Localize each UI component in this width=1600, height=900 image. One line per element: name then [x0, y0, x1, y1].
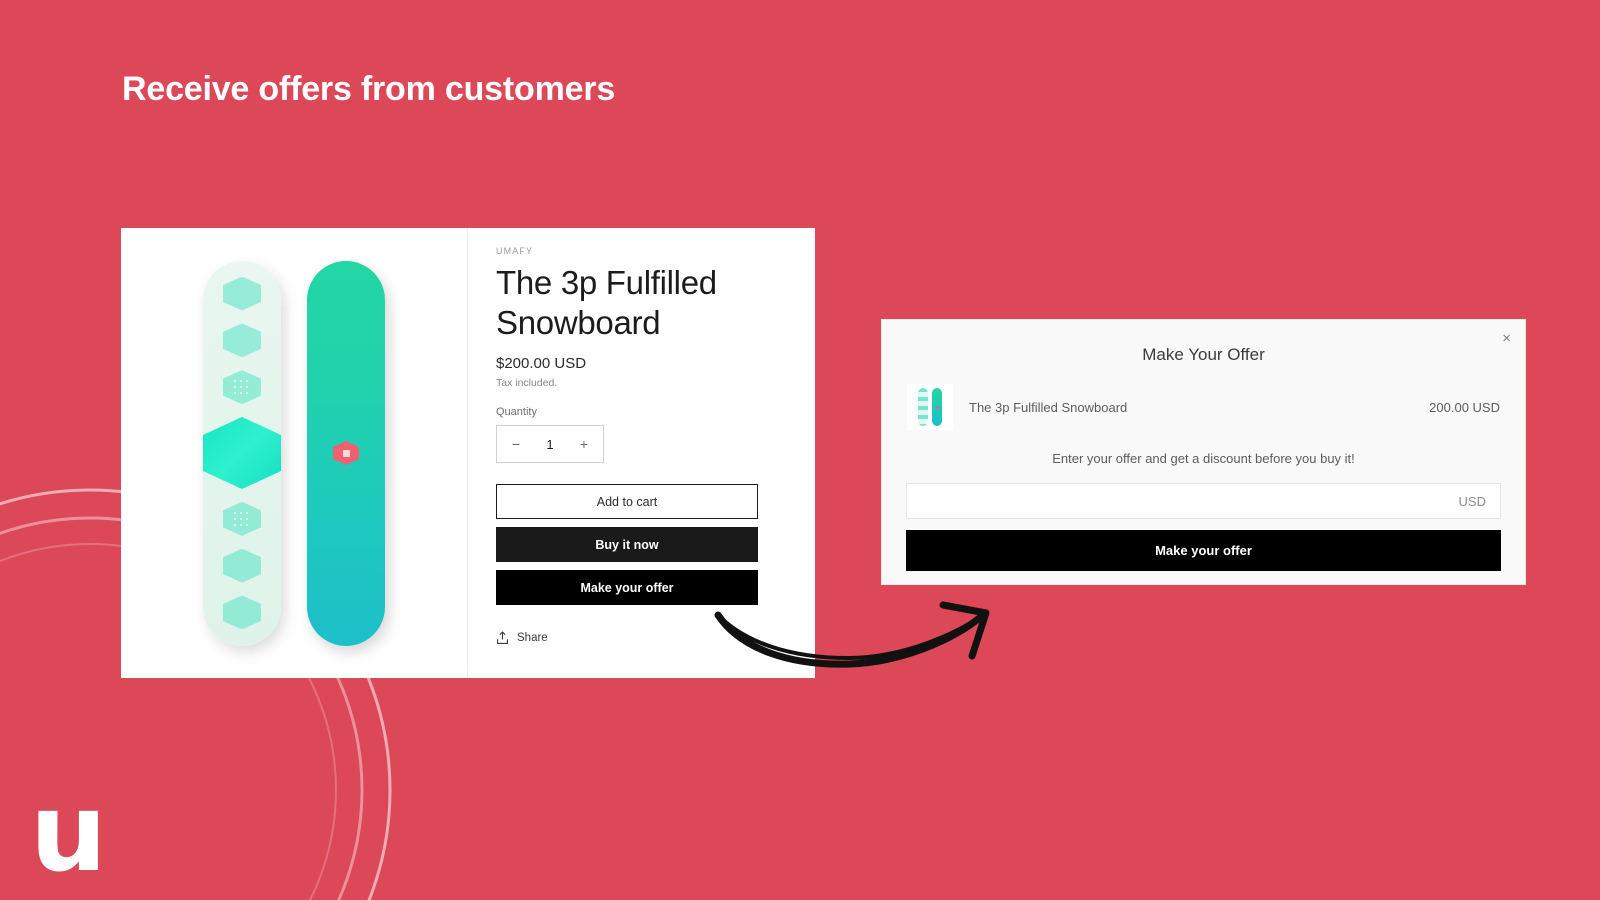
close-icon[interactable]: ×: [1502, 331, 1511, 346]
buy-it-now-button[interactable]: Buy it now: [496, 527, 758, 563]
product-title: The 3p Fulfilled Snowboard: [496, 264, 717, 341]
thumbnail-board-back: [932, 388, 942, 426]
product-price: $200.00 USD: [496, 355, 587, 373]
product-vendor: UMAFY: [496, 246, 533, 256]
submit-offer-button[interactable]: Make your offer: [906, 530, 1501, 571]
product-gallery[interactable]: [121, 228, 468, 678]
product-details: UMAFY The 3p Fulfilled Snowboard $200.00…: [468, 228, 815, 678]
brand-logo: u: [30, 771, 107, 897]
hexagon-pattern-icon: [223, 548, 261, 583]
modal-product-price: 200.00 USD: [1429, 399, 1500, 415]
make-your-offer-button[interactable]: Make your offer: [496, 570, 758, 606]
quantity-label: Quantity: [496, 406, 537, 419]
modal-product-row: The 3p Fulfilled Snowboard 200.00 USD: [906, 384, 1501, 430]
tax-note: Tax included.: [496, 377, 558, 390]
modal-title: Make Your Offer: [1142, 345, 1265, 364]
offer-modal: × Make Your Offer The 3p Fulfilled Snowb…: [881, 319, 1526, 585]
share-button[interactable]: Share: [496, 631, 789, 645]
hexagon-logo-icon: [333, 441, 359, 465]
modal-product-name: The 3p Fulfilled Snowboard: [969, 399, 1128, 415]
offer-currency-label: USD: [1458, 493, 1486, 509]
product-thumbnail: [907, 384, 953, 430]
offer-input-wrapper[interactable]: USD: [906, 483, 1501, 519]
add-to-cart-button[interactable]: Add to cart: [496, 484, 758, 520]
product-card: UMAFY The 3p Fulfilled Snowboard $200.00…: [121, 228, 815, 678]
hexagon-pattern-icon: [223, 595, 261, 630]
offer-amount-input[interactable]: [921, 493, 1459, 509]
hexagon-pattern-icon: [223, 501, 261, 536]
hexagon-pattern-icon: [203, 416, 281, 489]
thumbnail-board-front: [918, 388, 928, 426]
hexagon-pattern-icon: [223, 370, 261, 405]
modal-subtitle: Enter your offer and get a discount befo…: [1052, 451, 1355, 466]
hexagon-pattern-icon: [223, 276, 261, 311]
share-icon: [497, 631, 508, 645]
quantity-stepper[interactable]: − 1 +: [496, 425, 604, 464]
snowboard-back-image: [307, 260, 385, 646]
page-title: Receive offers from customers: [122, 70, 616, 108]
hexagon-pattern-icon: [223, 323, 261, 358]
snowboard-front-image: [203, 260, 281, 646]
quantity-decrease-button[interactable]: −: [508, 436, 524, 452]
share-label: Share: [517, 632, 548, 645]
quantity-increase-button[interactable]: +: [576, 436, 592, 452]
quantity-value[interactable]: 1: [546, 437, 553, 452]
